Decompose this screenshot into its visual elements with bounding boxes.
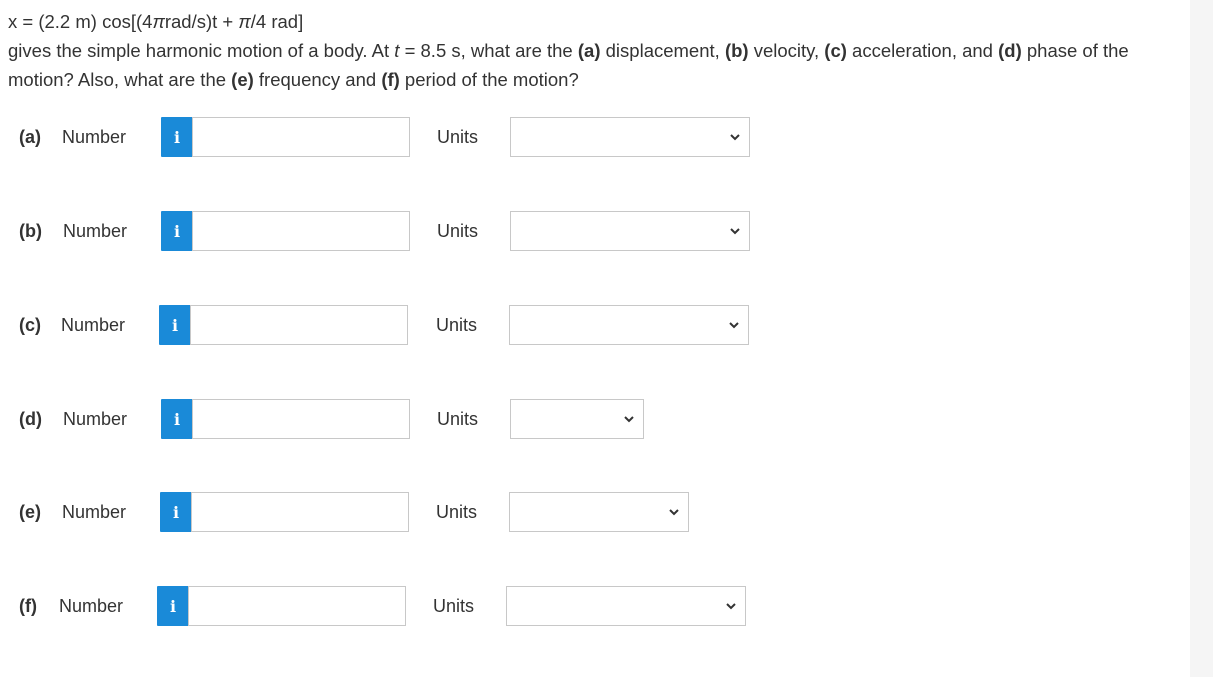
info-icon[interactable]: i (161, 117, 193, 157)
units-select-b[interactable] (510, 211, 750, 251)
part-label: (c) (19, 315, 41, 335)
units-label: Units (437, 127, 479, 147)
info-icon[interactable]: i (159, 305, 191, 345)
equation: x = (2.2 m) cos[(4πrad/s)t + π/4 rad] (8, 11, 304, 32)
number-input-f[interactable] (188, 586, 406, 626)
part-label: (b) (19, 221, 42, 241)
units-select-a[interactable] (510, 117, 750, 157)
question-body: gives the simple harmonic motion of a bo… (8, 40, 1129, 90)
units-label: Units (436, 502, 478, 522)
number-label: Number (59, 596, 124, 616)
number-label: Number (63, 221, 128, 241)
chevron-down-icon (729, 322, 739, 329)
part-label: (d) (19, 409, 42, 429)
units-select-f[interactable] (506, 586, 746, 626)
answer-row-d: (d) Number i Units (0, 398, 760, 440)
chevron-down-icon (730, 134, 740, 141)
part-label: (e) (19, 502, 41, 522)
units-select-c[interactable] (509, 305, 749, 345)
info-icon[interactable]: i (161, 211, 193, 251)
part-label: (f) (19, 596, 37, 616)
answer-row-a: (a) Number i Units (0, 116, 760, 158)
units-select-d[interactable] (510, 399, 644, 439)
units-label: Units (437, 221, 479, 241)
number-input-b[interactable] (192, 211, 410, 251)
answer-row-f: (f) Number i Units (0, 585, 760, 627)
units-label: Units (433, 596, 475, 616)
part-label: (a) (19, 127, 41, 147)
number-label: Number (61, 315, 126, 335)
chevron-down-icon (726, 603, 736, 610)
answer-row-e: (e) Number i Units (0, 491, 760, 533)
number-input-c[interactable] (190, 305, 408, 345)
answer-row-b: (b) Number i Units (0, 210, 760, 252)
question-text: x = (2.2 m) cos[(4πrad/s)t + π/4 rad] gi… (8, 7, 1183, 94)
answer-row-c: (c) Number i Units (0, 304, 760, 346)
page-right-margin (1190, 0, 1213, 677)
units-select-e[interactable] (509, 492, 689, 532)
chevron-down-icon (669, 509, 679, 516)
number-label: Number (63, 409, 128, 429)
units-label: Units (436, 315, 478, 335)
info-icon[interactable]: i (161, 399, 193, 439)
info-icon[interactable]: i (157, 586, 189, 626)
number-label: Number (62, 502, 127, 522)
number-label: Number (62, 127, 127, 147)
number-input-d[interactable] (192, 399, 410, 439)
chevron-down-icon (730, 228, 740, 235)
chevron-down-icon (624, 416, 634, 423)
number-input-e[interactable] (191, 492, 409, 532)
units-label: Units (437, 409, 479, 429)
info-icon[interactable]: i (160, 492, 192, 532)
number-input-a[interactable] (192, 117, 410, 157)
